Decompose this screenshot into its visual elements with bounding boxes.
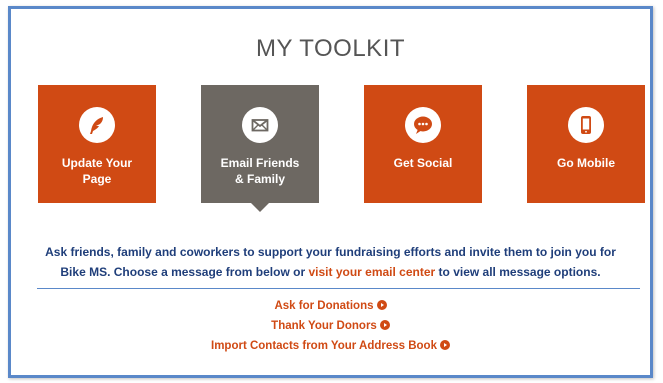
mobile-phone-icon [568, 107, 604, 143]
thank-your-donors-link[interactable]: Thank Your Donors [11, 316, 650, 336]
description-text: to view all message options. [435, 265, 601, 279]
tile-label: Page [82, 172, 112, 186]
import-contacts-link[interactable]: Import Contacts from Your Address Book [11, 336, 650, 356]
arrow-circle-right-icon [376, 300, 387, 310]
toolkit-description: Ask friends, family and coworkers to sup… [41, 242, 620, 282]
tile-label: Go Mobile [557, 156, 615, 170]
tile-email-friends-family[interactable]: Email Friends & Family [201, 85, 319, 212]
page-title: MY TOOLKIT [255, 35, 406, 62]
link-label: Import Contacts from Your Address Book [211, 340, 437, 352]
tile-go-mobile[interactable]: Go Mobile [527, 85, 645, 203]
link-label: Ask for Donations [274, 300, 374, 312]
divider [37, 288, 640, 289]
tile-update-your-page[interactable]: Update Your Page [38, 85, 156, 203]
ask-for-donations-link[interactable]: Ask for Donations [11, 296, 650, 316]
tile-label: Email Friends [220, 156, 300, 170]
tile-label: Get Social [393, 156, 453, 170]
message-links: Ask for Donations Thank Your Donors Impo… [11, 296, 650, 356]
chat-bubble-icon [405, 107, 441, 143]
email-center-link[interactable]: visit your email center [308, 265, 435, 279]
tile-get-social[interactable]: Get Social [364, 85, 482, 203]
link-label: Thank Your Donors [271, 320, 377, 332]
arrow-circle-right-icon [379, 320, 390, 330]
envelope-icon [242, 107, 278, 143]
tile-label: & Family [234, 172, 285, 186]
feather-icon [79, 107, 115, 143]
tile-label: Update Your [61, 156, 133, 170]
toolkit-panel: MY TOOLKIT Update Your Page Email Friend… [8, 6, 653, 378]
arrow-circle-right-icon [439, 340, 450, 350]
